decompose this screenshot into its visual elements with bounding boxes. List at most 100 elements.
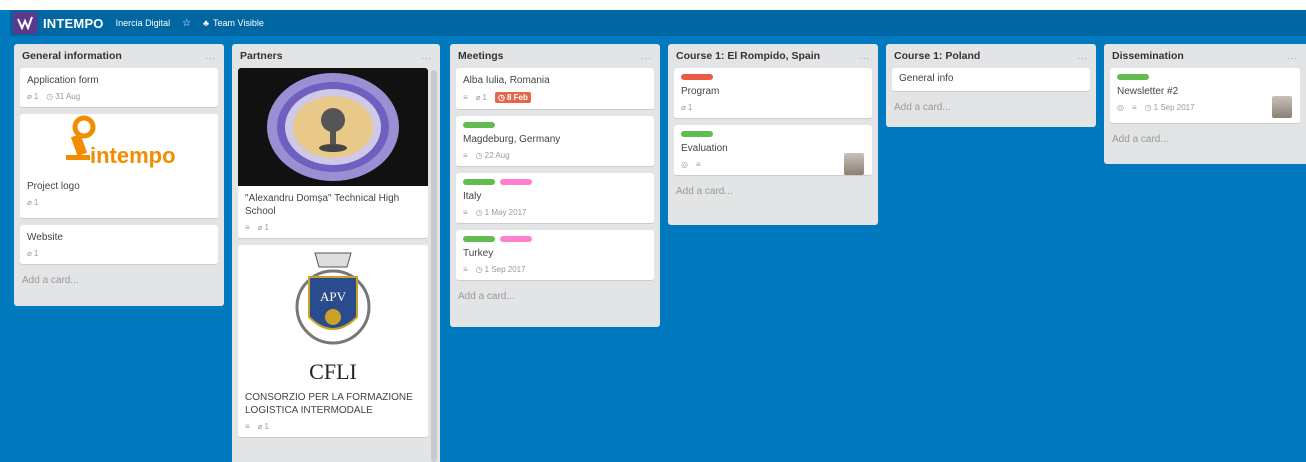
due-date-badge: ◷ 31 Aug (46, 92, 81, 101)
card-application-form[interactable]: Application form ⌀ 1 ◷ 31 Aug (20, 68, 218, 108)
list-header: General information ... (14, 44, 224, 68)
attachment-badge: ⌀ 1 (475, 93, 487, 102)
top-strip (0, 0, 1306, 10)
apv-crest-image: APV CFLI (295, 252, 371, 384)
card-evaluation[interactable]: Evaluation ◎ ≡ (674, 125, 872, 176)
paperclip-icon: ⌀ (27, 92, 32, 101)
description-icon: ≡ (463, 93, 468, 102)
attachment-badge: ⌀ 1 (27, 92, 39, 101)
card-title: Program (681, 86, 720, 97)
board-title[interactable]: INTEMPO (43, 16, 104, 31)
card-project-logo[interactable]: intempo Project logo ⌀ 1 (20, 114, 218, 219)
paperclip-icon: ⌀ (257, 223, 263, 232)
member-avatar[interactable] (1272, 96, 1292, 118)
due-date-badge: ◷ 22 Aug (475, 151, 510, 160)
board-logo-icon[interactable] (13, 12, 37, 34)
due-date-badge: ◷ 1 Sep 2017 (1144, 103, 1195, 112)
team-icon: ♣ (203, 18, 210, 28)
member-avatar[interactable] (844, 153, 864, 175)
description-icon: ≡ (245, 422, 250, 431)
list-header: Partners ... (232, 44, 440, 68)
watch-icon: ◎ (681, 160, 688, 169)
card-technical-high-school[interactable]: "Alexandru Domșa" Technical High School … (238, 68, 428, 239)
clock-icon: ◷ (46, 92, 54, 101)
list-menu-icon[interactable]: ... (421, 51, 432, 61)
card-magdeburg[interactable]: Magdeburg, Germany ≡ ◷ 22 Aug (456, 116, 654, 167)
label-red (681, 74, 713, 80)
paperclip-icon: ⌀ (257, 422, 263, 431)
crest-text: APV (320, 289, 347, 304)
card-consorzio[interactable]: APV CFLI CONSORZIO PER LA FORMAZIONE LOG… (238, 245, 428, 438)
list-menu-icon[interactable]: ... (859, 51, 870, 61)
description-icon: ≡ (463, 265, 468, 274)
due-date-badge: ◷ 1 Sep 2017 (475, 265, 526, 274)
list-title[interactable]: Meetings (458, 50, 504, 62)
intempo-logo-image: intempo (66, 115, 176, 168)
crest-caption: CFLI (309, 359, 357, 384)
list-title[interactable]: General information (22, 50, 122, 62)
card-turkey[interactable]: Turkey ≡ ◷ 1 Sep 2017 (456, 230, 654, 281)
description-icon: ≡ (1131, 103, 1137, 112)
attachment-badge: ⌀ 1 (257, 223, 269, 232)
card-title: Project logo (27, 181, 80, 192)
card-cover-image: intempo (20, 114, 218, 174)
watch-icon: ◎ (1117, 103, 1124, 112)
paperclip-icon: ⌀ (27, 249, 32, 258)
add-card-button[interactable]: Add a card... (14, 271, 224, 294)
attachment-badge: ⌀ 1 (681, 103, 693, 112)
card-title: Turkey (463, 248, 494, 259)
description-icon: ≡ (695, 160, 701, 169)
add-card-button[interactable]: Add a card... (1104, 130, 1306, 153)
clock-icon: ◷ (475, 265, 483, 274)
visibility-button[interactable]: ♣ Team Visible (203, 18, 264, 28)
list-course-el-rompido: Course 1: El Rompido, Spain ... Program … (668, 44, 878, 225)
list-title[interactable]: Partners (240, 50, 283, 62)
card-italy[interactable]: Italy ≡ ◷ 1 May 2017 (456, 173, 654, 224)
list-title[interactable]: Course 1: El Rompido, Spain (676, 50, 820, 62)
card-title: Newsletter #2 (1117, 86, 1179, 97)
description-icon: ≡ (463, 151, 468, 160)
logo-text: intempo (90, 143, 176, 168)
list-title[interactable]: Dissemination (1112, 50, 1184, 62)
clock-icon: ◷ (475, 151, 483, 160)
card-alba-iulia[interactable]: Alba Iulia, Romania ≡ ⌀ 1 ◷ 8 Feb (456, 68, 654, 110)
add-card-button[interactable]: Add a card... (886, 98, 1096, 121)
description-icon: ≡ (463, 208, 468, 217)
list-header: Meetings ... (450, 44, 660, 68)
label-pink (500, 236, 532, 242)
label-green (463, 236, 495, 242)
card-title: "Alexandru Domșa" Technical High School (245, 193, 400, 217)
label-pink (500, 179, 532, 185)
card-title: Magdeburg, Germany (463, 134, 561, 145)
list-general-information: General information ... Application form… (14, 44, 224, 306)
card-program[interactable]: Program ⌀ 1 (674, 68, 872, 119)
star-icon[interactable]: ☆ (182, 18, 191, 29)
card-title: General info (899, 73, 954, 84)
description-icon: ≡ (245, 223, 250, 232)
add-card-button[interactable]: Add a card... (450, 287, 660, 310)
card-website[interactable]: Website ⌀ 1 (20, 225, 218, 265)
list-course-poland: Course 1: Poland ... General info Add a … (886, 44, 1096, 127)
list-menu-icon[interactable]: ... (1287, 51, 1298, 61)
card-newsletter[interactable]: Newsletter #2 ◎ ≡ ◷ 1 Sep 2017 (1110, 68, 1300, 124)
card-title: Italy (463, 191, 482, 202)
visibility-label: Team Visible (213, 18, 264, 28)
board-header: INTEMPO Inercia Digital ☆ ♣ Team Visible (10, 10, 1306, 36)
card-cover-image: APV CFLI (238, 245, 428, 385)
school-emblem-image (267, 73, 399, 181)
list-menu-icon[interactable]: ... (641, 51, 652, 61)
organization-link[interactable]: Inercia Digital (116, 18, 171, 28)
list-title[interactable]: Course 1: Poland (894, 50, 980, 62)
paperclip-icon: ⌀ (475, 93, 481, 102)
clock-icon: ◷ (1144, 103, 1152, 112)
add-card-button[interactable]: Add a card... (668, 182, 878, 205)
label-green (463, 179, 495, 185)
card-general-info[interactable]: General info (892, 68, 1090, 92)
label-green (1117, 74, 1149, 80)
list-menu-icon[interactable]: ... (1077, 51, 1088, 61)
label-green (681, 131, 713, 137)
list-menu-icon[interactable]: ... (205, 51, 216, 61)
attachment-badge: ⌀ 1 (27, 249, 39, 258)
list-header: Course 1: El Rompido, Spain ... (668, 44, 878, 68)
list-scrollbar[interactable] (431, 70, 437, 462)
